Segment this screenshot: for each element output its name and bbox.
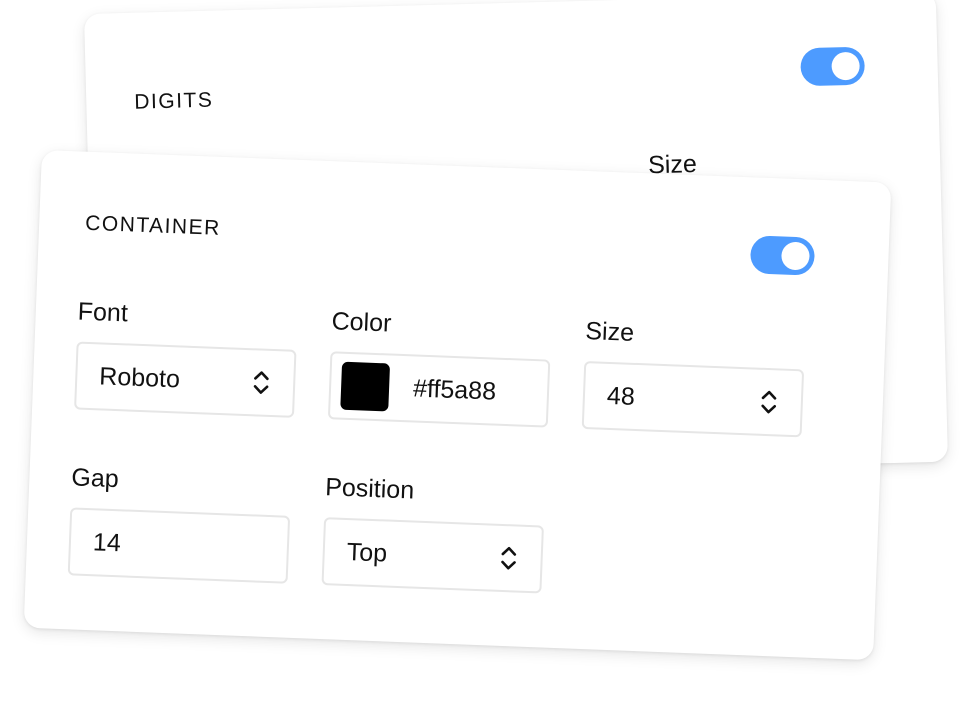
chevron-up-down-icon	[501, 546, 517, 570]
toggle-knob	[831, 51, 860, 81]
digits-panel-title: DIGITS	[134, 88, 214, 114]
position-value: Top	[346, 537, 388, 568]
chevron-up-down-icon	[253, 371, 269, 394]
gap-input[interactable]: 14	[67, 507, 291, 584]
container-panel: CONTAINER Font Roboto Color #ff5a88 Size…	[23, 150, 892, 661]
container-panel-title: CONTAINER	[84, 211, 222, 240]
canvas: DIGITS Size CONTAINER Font Roboto Color …	[0, 0, 966, 703]
size-label: Size	[584, 317, 635, 347]
font-select[interactable]: Roboto	[74, 341, 297, 418]
container-toggle[interactable]	[749, 235, 816, 276]
color-label: Color	[331, 307, 392, 338]
position-select[interactable]: Top	[321, 517, 544, 594]
chevron-up-down-icon	[761, 390, 777, 414]
size-value: 48	[606, 381, 636, 411]
font-label: Font	[77, 297, 129, 328]
color-input[interactable]: #ff5a88	[327, 351, 551, 428]
gap-value: 14	[92, 527, 122, 557]
toggle-knob	[780, 241, 811, 271]
gap-label: Gap	[70, 463, 120, 494]
size-select[interactable]: 48	[581, 360, 805, 438]
color-swatch[interactable]	[340, 361, 391, 412]
color-value: #ff5a88	[412, 373, 497, 406]
position-label: Position	[324, 473, 415, 505]
digits-toggle[interactable]	[800, 46, 866, 87]
font-value: Roboto	[98, 361, 181, 393]
